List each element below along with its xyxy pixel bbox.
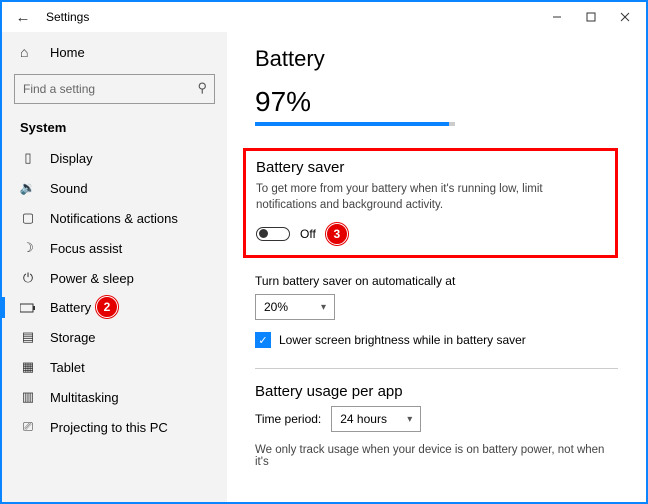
time-period-value: 24 hours (340, 412, 387, 426)
brightness-checkbox[interactable]: ✓ (255, 332, 271, 348)
battery-saver-description: To get more from your battery when it's … (256, 182, 605, 213)
brightness-label: Lower screen brightness while in battery… (279, 333, 526, 347)
battery-level-text: 97% (255, 86, 618, 118)
sidebar-item-home[interactable]: ⌂ Home (2, 36, 227, 68)
chevron-down-icon: ▾ (321, 302, 326, 313)
notifications-icon: ▢ (20, 210, 36, 226)
battery-saver-toggle[interactable] (256, 227, 290, 241)
sidebar-item-label: Notifications & actions (50, 211, 178, 226)
sidebar-item-projecting[interactable]: ⎚ Projecting to this PC (2, 412, 227, 442)
sidebar: ⌂ Home ⚲ System ▯ Display 🔉 Sound ▢ Noti… (2, 32, 227, 502)
sidebar-item-label: Projecting to this PC (50, 420, 168, 435)
usage-heading: Battery usage per app (255, 383, 618, 400)
sidebar-home-label: Home (50, 45, 85, 60)
divider (255, 368, 618, 369)
sidebar-item-label: Focus assist (50, 241, 122, 256)
sidebar-item-multitasking[interactable]: ▥ Multitasking (2, 382, 227, 412)
sidebar-item-label: Multitasking (50, 390, 119, 405)
auto-on-label: Turn battery saver on automatically at (255, 274, 618, 288)
sidebar-item-label: Sound (50, 181, 88, 196)
sidebar-item-label: Battery (50, 300, 91, 315)
sidebar-item-focus-assist[interactable]: ☽ Focus assist (2, 233, 227, 263)
chevron-down-icon: ▾ (407, 414, 412, 425)
annotation-badge-2: 2 (96, 296, 118, 318)
time-period-label: Time period: (255, 412, 321, 426)
display-icon: ▯ (20, 150, 36, 166)
sidebar-item-label: Storage (50, 330, 96, 345)
storage-icon: ▤ (20, 329, 36, 345)
titlebar: ← Settings (2, 2, 646, 32)
minimize-button[interactable] (540, 3, 574, 31)
sidebar-item-label: Display (50, 151, 93, 166)
close-button[interactable] (608, 3, 642, 31)
sidebar-item-sound[interactable]: 🔉 Sound (2, 173, 227, 203)
auto-on-select[interactable]: 20% ▾ (255, 294, 335, 320)
tablet-icon: ▦ (20, 359, 36, 375)
sidebar-item-label: Tablet (50, 360, 85, 375)
page-title: Battery (255, 46, 618, 72)
sidebar-group-system: System (2, 114, 227, 143)
search-input[interactable] (14, 74, 215, 104)
back-button[interactable]: ← (14, 9, 32, 26)
sound-icon: 🔉 (20, 180, 36, 196)
content-area: Battery 97% Battery saver To get more fr… (227, 32, 646, 502)
battery-progress-fill (255, 122, 449, 126)
sidebar-item-notifications[interactable]: ▢ Notifications & actions (2, 203, 227, 233)
focus-assist-icon: ☽ (20, 240, 36, 256)
battery-saver-heading: Battery saver (256, 159, 605, 176)
projecting-icon: ⎚ (20, 419, 36, 435)
sidebar-item-battery[interactable]: Battery 2 (2, 293, 227, 322)
search-icon: ⚲ (197, 80, 207, 96)
annotation-badge-3: 3 (326, 223, 348, 245)
maximize-button[interactable] (574, 3, 608, 31)
battery-saver-toggle-state: Off (300, 227, 316, 241)
time-period-select[interactable]: 24 hours ▾ (331, 406, 421, 432)
sidebar-item-tablet[interactable]: ▦ Tablet (2, 352, 227, 382)
sidebar-item-storage[interactable]: ▤ Storage (2, 322, 227, 352)
usage-note: We only track usage when your device is … (255, 444, 618, 468)
home-icon: ⌂ (20, 44, 36, 60)
multitasking-icon: ▥ (20, 389, 36, 405)
sidebar-item-label: Power & sleep (50, 271, 134, 286)
battery-saver-section: Battery saver To get more from your batt… (243, 148, 618, 258)
battery-progress (255, 122, 455, 126)
auto-on-value: 20% (264, 300, 288, 314)
sidebar-item-display[interactable]: ▯ Display (2, 143, 227, 173)
window-title: Settings (46, 10, 89, 24)
power-icon: ⏻ (20, 270, 36, 286)
sidebar-item-power-sleep[interactable]: ⏻ Power & sleep (2, 263, 227, 293)
battery-icon (20, 303, 36, 313)
